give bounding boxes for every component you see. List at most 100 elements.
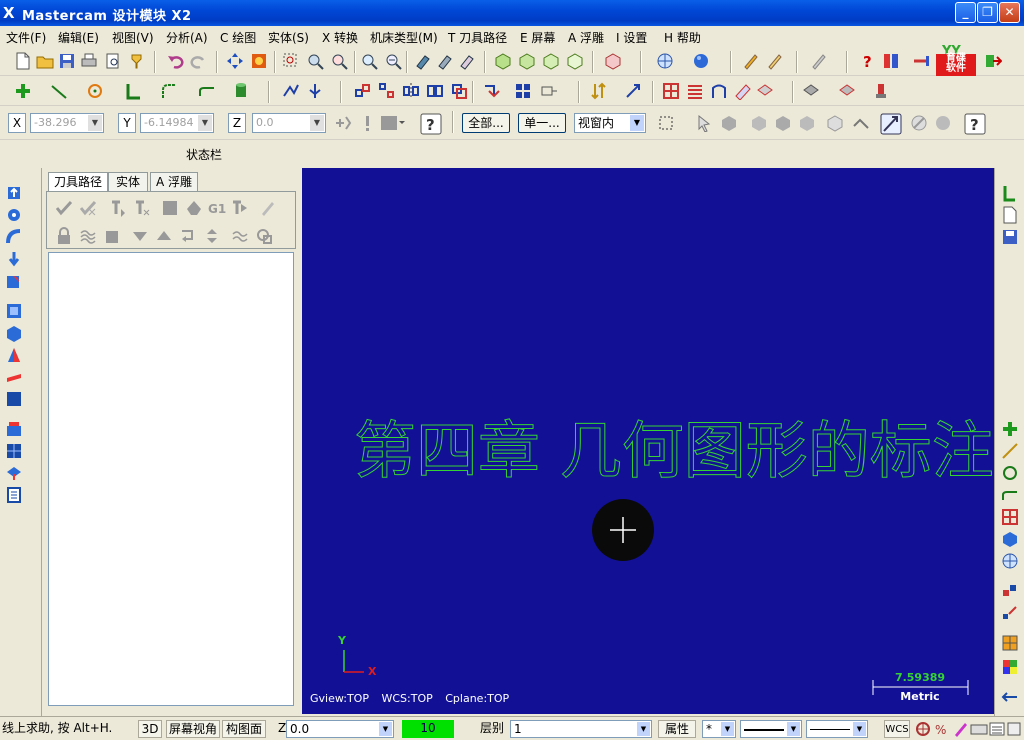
right-arrow-icon[interactable] (1001, 688, 1019, 706)
end-selection-icon[interactable] (880, 113, 902, 135)
mirror-icon[interactable] (402, 82, 420, 100)
plane-button[interactable]: 构图面 (222, 720, 266, 738)
verify-icon[interactable] (852, 114, 870, 132)
menu-edit[interactable]: 编辑(E) (58, 29, 99, 46)
select-single-button[interactable]: 单一... (518, 113, 566, 133)
shell-icon[interactable] (5, 324, 23, 342)
right-transform-icon[interactable] (1001, 582, 1019, 600)
unselect-icon[interactable] (934, 114, 952, 132)
zoom-in-icon[interactable] (330, 52, 348, 70)
body-select-icon[interactable] (798, 114, 816, 132)
y-coord-input[interactable]: -6.14984 ▼ (140, 113, 214, 133)
restore-button[interactable]: ❐ (977, 2, 998, 23)
display-toolpaths-icon[interactable] (255, 227, 273, 245)
zoom-out-icon[interactable] (384, 52, 402, 70)
face-select-icon[interactable] (750, 114, 768, 132)
close-button[interactable]: ✕ (999, 2, 1020, 23)
shade-icon[interactable] (436, 52, 454, 70)
right-point-icon[interactable] (1001, 420, 1019, 438)
selection-mode-select[interactable]: 视窗内 ▼ (574, 113, 646, 133)
break-icon[interactable] (306, 82, 324, 100)
link-icon[interactable] (912, 52, 930, 70)
regen-ops-icon[interactable] (109, 199, 127, 217)
right-circle-icon[interactable] (1001, 464, 1019, 482)
undo-icon[interactable] (166, 52, 184, 70)
rect-icon[interactable] (662, 82, 680, 100)
x-coord-dropdown-icon[interactable]: ▼ (88, 115, 102, 131)
arc-icon[interactable] (86, 82, 104, 100)
line-style-dropdown-icon[interactable]: ▼ (787, 722, 800, 736)
draft-icon[interactable] (5, 368, 23, 386)
exit-icon[interactable] (984, 52, 1002, 70)
solid-icon[interactable] (734, 82, 752, 100)
pen-icon[interactable] (810, 52, 828, 70)
toolpath-icon[interactable] (838, 82, 856, 100)
color-button[interactable]: 10 (402, 720, 454, 738)
zoom-prev-icon[interactable] (360, 52, 378, 70)
trim-solid-icon[interactable] (5, 346, 23, 364)
view-front-icon[interactable] (518, 52, 536, 70)
toggle-display-icon[interactable] (79, 227, 97, 245)
list-icon[interactable] (988, 720, 1006, 738)
line-style-select[interactable]: ▼ (740, 720, 802, 738)
spline-icon[interactable] (198, 82, 216, 100)
right-line-icon[interactable] (1001, 184, 1019, 202)
delete-ops-icon[interactable] (259, 199, 277, 217)
menu-help[interactable]: H 帮助 (664, 29, 701, 46)
right-solid-icon[interactable] (1001, 530, 1019, 548)
tab-art[interactable]: A 浮雕 (150, 172, 198, 191)
z-depth-dropdown-icon[interactable]: ▼ (379, 722, 392, 736)
menu-toolpaths[interactable]: T 刀具路径 (448, 29, 507, 46)
redo-icon[interactable] (190, 52, 208, 70)
new-file-icon[interactable] (14, 52, 32, 70)
point-style-select[interactable]: * ▼ (702, 720, 736, 738)
status-more-icon[interactable] (1006, 720, 1022, 738)
menu-machine-type[interactable]: 机床类型(M) (370, 29, 438, 46)
right-colors-icon[interactable] (1001, 658, 1019, 676)
post-g1-icon[interactable]: G1 (207, 199, 229, 217)
globe-icon[interactable] (656, 52, 674, 70)
sphere-icon[interactable] (692, 52, 710, 70)
chamfer-solid-icon[interactable] (5, 302, 23, 320)
scale-icon[interactable] (450, 82, 468, 100)
offset-icon[interactable] (378, 82, 396, 100)
group-icon[interactable] (914, 720, 932, 738)
solid-fillet-icon[interactable] (5, 272, 23, 290)
level-dropdown-icon[interactable]: ▼ (637, 722, 650, 736)
view-top-icon[interactable] (494, 52, 512, 70)
attributes-button[interactable]: 属性 (658, 720, 696, 738)
menu-settings[interactable]: I 设置 (616, 29, 647, 46)
tool-icon[interactable] (802, 82, 820, 100)
right-grid-icon[interactable] (1001, 634, 1019, 652)
chamfer-icon[interactable] (160, 82, 178, 100)
selection-mode-dropdown-icon[interactable]: ▼ (630, 115, 644, 131)
pointer-icon[interactable] (696, 114, 714, 132)
percent-icon[interactable]: % (934, 720, 952, 738)
solid-manager-icon[interactable] (5, 486, 23, 504)
thicken-icon[interactable] (5, 420, 23, 438)
autocursor-icon[interactable] (358, 114, 376, 132)
view-iso-icon[interactable] (566, 52, 584, 70)
window-select-icon[interactable] (658, 114, 676, 132)
select-dirty-ops-icon[interactable] (79, 199, 97, 217)
cutter-icon[interactable] (872, 82, 890, 100)
view-side-icon[interactable] (542, 52, 560, 70)
verify-ops-icon[interactable] (185, 199, 203, 217)
z-coord-input[interactable]: 0.0 ▼ (252, 113, 326, 133)
tab-solids[interactable]: 实体 (108, 172, 148, 191)
right-line2-icon[interactable] (1001, 442, 1019, 460)
menu-analyze[interactable]: 分析(A) (166, 29, 208, 46)
fillet-icon[interactable] (124, 82, 142, 100)
remove-face-icon[interactable] (5, 464, 23, 482)
clear-colors-icon[interactable] (952, 720, 970, 738)
analyze-icon[interactable] (742, 52, 760, 70)
tab-toolpaths[interactable]: 刀具路径 (48, 172, 108, 192)
menu-view[interactable]: 视图(V) (112, 29, 154, 46)
toggle-posting-icon[interactable] (103, 227, 121, 245)
high-speed-icon[interactable] (231, 199, 249, 217)
array-icon[interactable] (482, 82, 500, 100)
edit-icon[interactable] (766, 52, 784, 70)
back-face-icon[interactable] (826, 114, 844, 132)
drag-icon[interactable] (514, 82, 532, 100)
open-file-icon[interactable] (36, 52, 54, 70)
